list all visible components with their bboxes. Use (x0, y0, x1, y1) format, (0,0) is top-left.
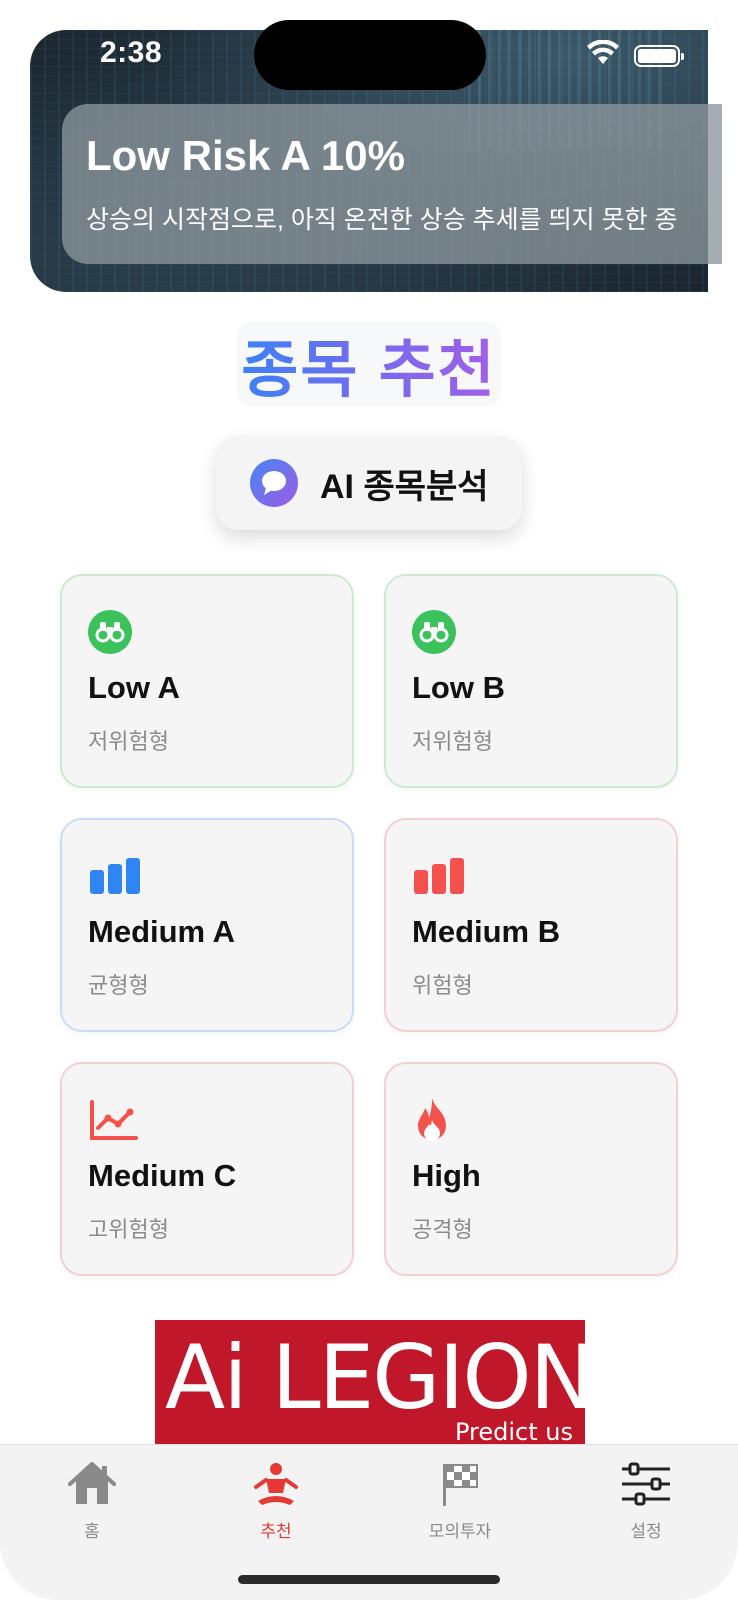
portfolio-card-low-a[interactable]: Low A 저위험형 (60, 574, 354, 788)
ai-analysis-label: AI 종목분석 (320, 467, 489, 506)
portfolio-card-subtitle: 저위험형 (88, 729, 169, 754)
checkered-flag-icon (439, 1457, 481, 1511)
wifi-icon (586, 39, 620, 71)
tab-settings[interactable]: 설정 (586, 1457, 706, 1543)
sliders-icon (620, 1457, 672, 1511)
logo-wordmark: Ai LEGION (165, 1326, 585, 1429)
tab-mock-investment[interactable]: 모의투자 (400, 1457, 520, 1543)
binoculars-icon (88, 610, 326, 654)
ai-legion-logo: Ai LEGION Predict us (155, 1320, 585, 1448)
portfolio-card-medium-a[interactable]: Medium A 균형형 (60, 818, 354, 1032)
tab-label: 추천 (260, 1522, 292, 1541)
portfolio-card-title: Medium A (88, 914, 235, 949)
screen: Low Risk A 10% 상승의 시작점으로, 아직 온전한 상승 추세를 … (0, 0, 738, 1600)
hero-card[interactable]: Low Risk A 10% 상승의 시작점으로, 아직 온전한 상승 추세를 … (62, 104, 722, 264)
chat-bubble-icon (250, 459, 298, 507)
ai-analysis-button[interactable]: AI 종목분석 (216, 436, 522, 530)
meditation-figure-icon (252, 1457, 300, 1511)
portfolio-grid: Low A 저위험형 Low B 저위험형 Medium A 균형형 Mediu… (60, 574, 678, 1276)
portfolio-card-subtitle: 균형형 (88, 973, 149, 998)
section-title-container: 종목 추천 (237, 322, 501, 406)
portfolio-card-title: Medium B (412, 914, 561, 949)
portfolio-card-medium-c[interactable]: Medium C 고위험형 (60, 1062, 354, 1276)
portfolio-card-medium-b[interactable]: Medium B 위험형 (384, 818, 678, 1032)
portfolio-card-title: Low A (88, 670, 180, 705)
hero-title: Low Risk A 10% (86, 132, 405, 179)
status-icons (586, 39, 684, 71)
hero-description: 상승의 시작점으로, 아직 온전한 상승 추세를 띄지 못한 종 (86, 206, 678, 234)
tab-recommend[interactable]: 추천 (216, 1457, 336, 1543)
portfolio-card-subtitle: 위험형 (412, 973, 473, 998)
tab-label: 모의투자 (428, 1522, 492, 1541)
portfolio-card-low-b[interactable]: Low B 저위험형 (384, 574, 678, 788)
binoculars-icon (412, 610, 650, 654)
logo-tagline: Predict us (454, 1418, 573, 1446)
status-time: 2:38 (100, 36, 163, 69)
tab-home[interactable]: 홈 (32, 1457, 152, 1543)
bar-chart-icon (88, 854, 326, 898)
dynamic-island (254, 20, 486, 90)
portfolio-card-subtitle: 저위험형 (412, 729, 493, 754)
portfolio-card-high[interactable]: High 공격형 (384, 1062, 678, 1276)
bar-chart-icon (412, 854, 650, 898)
tab-label: 설정 (630, 1522, 662, 1541)
home-indicator[interactable] (238, 1575, 500, 1584)
portfolio-card-subtitle: 고위험형 (88, 1217, 169, 1242)
battery-icon (634, 44, 684, 67)
house-icon (66, 1457, 118, 1511)
line-chart-icon (88, 1098, 326, 1142)
flame-icon (412, 1098, 650, 1142)
portfolio-card-subtitle: 공격형 (412, 1217, 473, 1242)
section-title: 종목 추천 (241, 319, 496, 409)
portfolio-card-title: High (412, 1158, 481, 1193)
portfolio-card-title: Low B (412, 670, 505, 705)
portfolio-card-title: Medium C (88, 1158, 237, 1193)
tab-label: 홈 (84, 1522, 100, 1541)
